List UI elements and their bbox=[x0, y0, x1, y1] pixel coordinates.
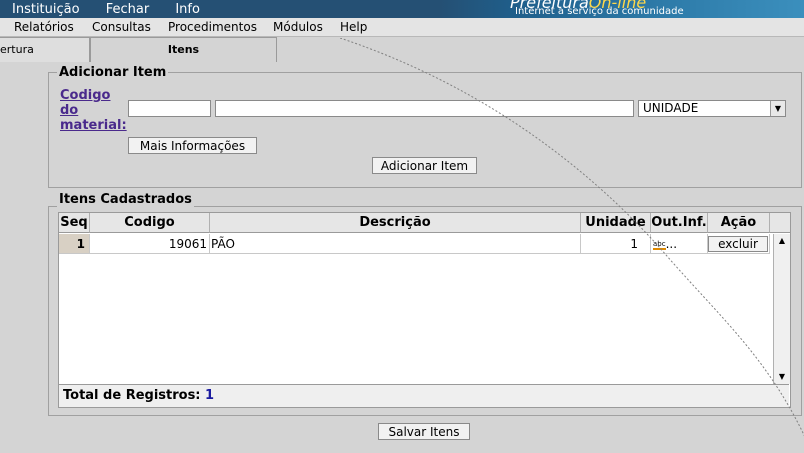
adicionar-item-button[interactable]: Adicionar Item bbox=[372, 157, 477, 174]
tab-strip: ertura Itens bbox=[0, 37, 804, 63]
banner-tagline: Internet a serviço da comunidade bbox=[515, 6, 684, 17]
mais-informacoes-button[interactable]: Mais Informações bbox=[128, 137, 257, 154]
outinf-ellipsis: ... bbox=[665, 237, 678, 251]
tab-abertura[interactable]: ertura bbox=[0, 37, 90, 62]
menu-fechar[interactable]: Fechar bbox=[106, 2, 149, 17]
banner: PrefeituraOn-line Internet a serviço da … bbox=[440, 0, 804, 18]
descricao-input[interactable] bbox=[215, 100, 634, 117]
cell-unidade: 1 bbox=[581, 234, 651, 254]
grid-footer: Total de Registros: 1 bbox=[59, 384, 789, 407]
col-descricao[interactable]: Descrição bbox=[210, 213, 581, 233]
codigo-material-link[interactable]: Codigo do material: bbox=[60, 88, 127, 133]
unidade-select-value: UNIDADE bbox=[643, 101, 699, 115]
col-outinf[interactable]: Out.Inf. bbox=[651, 213, 708, 233]
total-value: 1 bbox=[205, 388, 215, 403]
menu-consultas[interactable]: Consultas bbox=[92, 20, 151, 34]
itens-legend: Itens Cadastrados bbox=[57, 192, 194, 207]
menu-procedimentos[interactable]: Procedimentos bbox=[168, 20, 257, 34]
tab-itens[interactable]: Itens bbox=[90, 37, 277, 62]
menu-modulos[interactable]: Módulos bbox=[273, 20, 323, 34]
cell-codigo: 19061 bbox=[90, 234, 210, 254]
cell-descricao: PÃO bbox=[210, 234, 581, 254]
col-seq[interactable]: Seq bbox=[59, 213, 90, 233]
col-acao[interactable]: Ação bbox=[708, 213, 770, 233]
add-item-legend: Adicionar Item bbox=[57, 65, 169, 80]
top-menu: Instituição Fechar Info bbox=[12, 2, 222, 17]
col-spacer bbox=[770, 213, 790, 233]
spellcheck-icon[interactable]: abc bbox=[653, 240, 666, 250]
tab-itens-label: Itens bbox=[167, 43, 200, 56]
cell-seq: 1 bbox=[59, 234, 90, 254]
total-label: Total de Registros: bbox=[63, 388, 201, 403]
menubar: Relatórios Consultas Procedimentos Módul… bbox=[0, 18, 804, 37]
excluir-button[interactable]: excluir bbox=[708, 236, 768, 252]
col-codigo[interactable]: Codigo bbox=[90, 213, 210, 233]
cell-acao: excluir bbox=[708, 234, 770, 254]
codigo-input[interactable] bbox=[128, 100, 211, 117]
itens-grid: Seq Codigo Descrição Unidade Out.Inf. Aç… bbox=[58, 212, 791, 408]
menu-info[interactable]: Info bbox=[175, 2, 200, 17]
menu-help[interactable]: Help bbox=[340, 20, 367, 34]
grid-scrollbar[interactable]: ▲ ▼ bbox=[773, 234, 790, 384]
unidade-select[interactable]: UNIDADE ▼ bbox=[638, 100, 786, 117]
scroll-down-icon[interactable]: ▼ bbox=[774, 370, 790, 384]
col-unidade[interactable]: Unidade bbox=[581, 213, 651, 233]
menu-relatorios[interactable]: Relatórios bbox=[14, 20, 74, 34]
top-menubar: Instituição Fechar Info PrefeituraOn-lin… bbox=[0, 0, 804, 18]
tab-abertura-label: ertura bbox=[0, 43, 34, 56]
salvar-itens-button[interactable]: Salvar Itens bbox=[378, 423, 470, 440]
scroll-up-icon[interactable]: ▲ bbox=[774, 234, 790, 248]
menu-instituicao[interactable]: Instituição bbox=[12, 2, 80, 17]
cell-outinf[interactable]: abc... bbox=[651, 234, 708, 254]
chevron-down-icon: ▼ bbox=[770, 101, 785, 116]
